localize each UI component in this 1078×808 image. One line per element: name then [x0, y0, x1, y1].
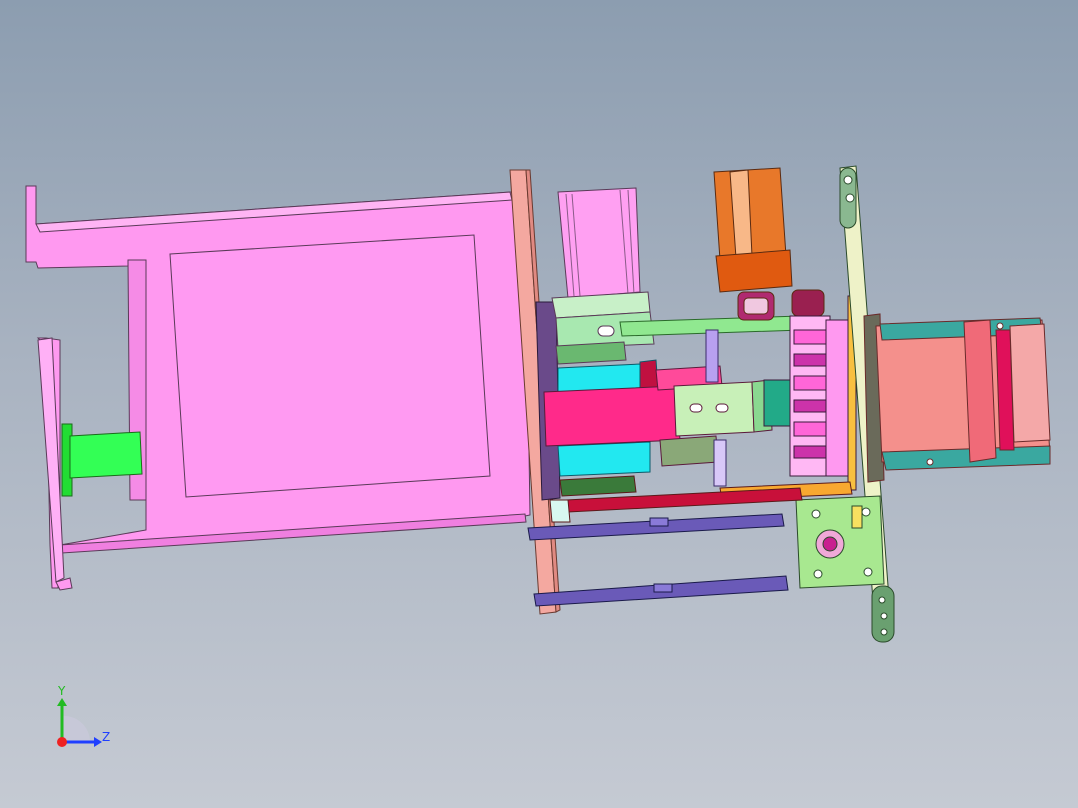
cad-viewport[interactable]: Y Z: [0, 0, 1078, 808]
gear-plate[interactable]: [795, 495, 885, 589]
lower-rod-2[interactable]: [533, 575, 789, 607]
y-axis-label: Y: [58, 684, 66, 698]
cad-model-scene[interactable]: [0, 0, 1078, 808]
inner-panel[interactable]: [169, 234, 491, 498]
stepper-motor-top[interactable]: [551, 187, 655, 365]
axis-triad: Y Z: [40, 680, 130, 760]
z-axis-label: Z: [102, 730, 111, 744]
axis-triad-graphic: [57, 698, 102, 747]
axis-origin-dot: [57, 737, 67, 747]
dc-motor[interactable]: [713, 167, 825, 321]
right-motor[interactable]: [863, 313, 1051, 483]
